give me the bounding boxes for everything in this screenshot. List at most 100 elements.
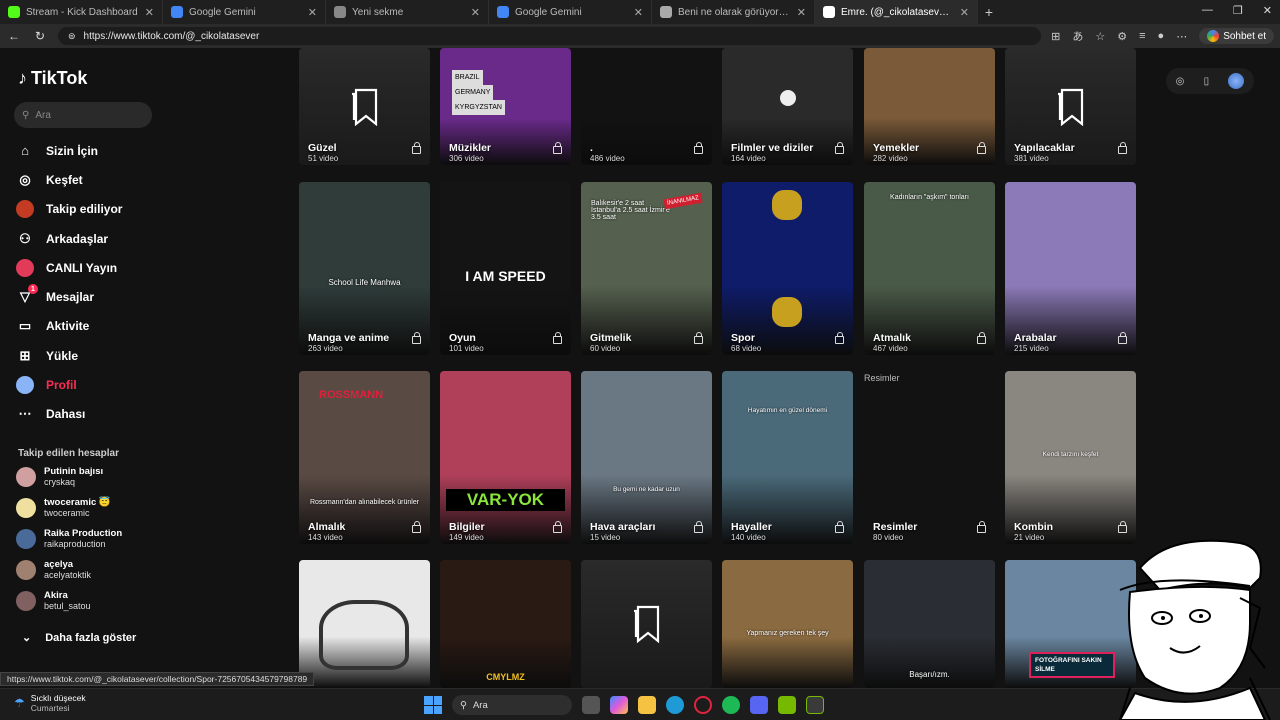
favorites-icon[interactable]: ≡ — [1139, 30, 1145, 42]
chat-button[interactable]: Sohbet et — [1199, 28, 1274, 44]
collection-card[interactable] — [581, 560, 712, 688]
collection-count: 15 video — [590, 533, 621, 542]
collection-title: Hayaller — [731, 521, 772, 533]
collection-card[interactable]: Almalık 143 video ROSSMANN Rossmann'dan … — [299, 371, 430, 544]
tab-close-icon[interactable]: ✕ — [960, 6, 969, 19]
collection-title: . — [590, 142, 593, 154]
nav-item[interactable]: ⊞ Yükle — [16, 341, 122, 370]
collection-card[interactable]: Bilgiler 149 video VAR-YOK — [440, 371, 571, 544]
new-tab-button[interactable]: + — [978, 4, 1000, 20]
collection-card[interactable]: Spor 68 video — [722, 182, 853, 355]
nav-item[interactable]: CANLI Yayın — [16, 253, 122, 282]
user-avatar[interactable] — [1228, 73, 1245, 89]
tab-close-icon[interactable]: ✕ — [471, 6, 480, 19]
collection-card[interactable]: Atmalık 467 video Kadınların "aşkım" ton… — [864, 182, 995, 355]
tiktok-logo[interactable]: ♪ TikTok — [18, 68, 87, 89]
nav-label: Profil — [46, 378, 77, 393]
tab-favicon-icon — [823, 6, 835, 18]
bookmark-star-icon[interactable]: ☆ — [1095, 30, 1105, 43]
collection-card[interactable]: Gitmelik 60 video Balıkesir'e 2 saat İst… — [581, 182, 712, 355]
collection-card[interactable] — [299, 560, 430, 688]
collection-card[interactable]: . 486 video — [581, 48, 712, 165]
collection-count: 149 video — [449, 533, 484, 542]
browser-tab[interactable]: Beni ne olarak görüyorsun ✕ — [652, 0, 815, 24]
nvidia-icon[interactable] — [778, 696, 796, 714]
weather-widget[interactable]: ☂ Sıcklı düşecek Cumartesi — [14, 693, 86, 713]
collection-card[interactable]: Müzikler 306 video BRAZIL GERMANY KYRGYZ… — [440, 48, 571, 165]
page-tools: ◎ ▯ — [1166, 68, 1254, 94]
flag-labels: BRAZIL GERMANY KYRGYZSTAN — [452, 70, 505, 115]
nav-item[interactable]: ▽ 1 Mesajlar — [16, 282, 122, 311]
collection-card[interactable]: Başarı/ızm. — [864, 560, 995, 688]
nav-item[interactable]: ⋯ Dahası — [16, 400, 122, 429]
menu-icon[interactable]: ⋯ — [1176, 30, 1187, 43]
reload-icon[interactable]: ↻ — [32, 29, 48, 43]
tab-close-icon[interactable]: ✕ — [797, 6, 806, 19]
nav-item[interactable]: ⚇ Arkadaşlar — [16, 224, 122, 253]
followed-account[interactable]: Putinin bajısı cryskaq — [16, 466, 103, 488]
nav-label: CANLI Yayın — [46, 260, 118, 275]
collection-card[interactable]: Hava araçları 15 video Bu gemi ne kadar … — [581, 371, 712, 544]
nav-item[interactable]: ◎ Keşfet — [16, 165, 122, 194]
collection-count: 381 video — [1014, 154, 1049, 163]
opera-icon[interactable] — [694, 696, 712, 714]
avatar — [16, 376, 34, 395]
discord-icon[interactable] — [750, 696, 768, 714]
collection-card[interactable]: Resimler 80 video Resimler — [864, 371, 995, 544]
followed-account[interactable]: Raika Production raikaproduction — [16, 528, 122, 550]
collection-card[interactable]: Yemekler 282 video — [864, 48, 995, 165]
nav-item[interactable]: Takip ediliyor — [16, 195, 122, 224]
show-more-button[interactable]: ⌄ Daha fazla göster — [22, 631, 136, 645]
translate-icon[interactable]: あ — [1072, 28, 1083, 44]
collection-card[interactable]: Filmler ve diziler 164 video — [722, 48, 853, 165]
site-info-icon[interactable]: ⊜ — [68, 31, 76, 42]
nav-item[interactable]: ▭ Aktivite — [16, 312, 122, 341]
collection-card[interactable]: Manga ve anime 263 video School Life Man… — [299, 182, 430, 355]
url-field[interactable]: ⊜ https://www.tiktok.com/@_cikolatasever — [58, 27, 1042, 45]
task-view-icon[interactable] — [582, 696, 600, 714]
device-icon[interactable]: ▯ — [1204, 76, 1210, 87]
spotify-icon[interactable] — [722, 696, 740, 714]
copilot-icon — [1207, 30, 1220, 42]
nav-item[interactable]: ⌂ Sizin İçin — [16, 136, 122, 165]
install-icon[interactable]: ⊞ — [1051, 30, 1060, 43]
browser-tab[interactable]: Google Gemini ✕ — [489, 0, 652, 24]
flag-label: KYRGYZSTAN — [452, 100, 505, 115]
taskbar-search[interactable]: ⚲ Ara — [452, 695, 572, 715]
account-name: açelya — [44, 559, 74, 570]
start-button[interactable] — [424, 696, 442, 714]
tab-close-icon[interactable]: ✕ — [308, 6, 317, 19]
collection-card[interactable]: Kombin 21 video Kendi tarzını keşfet — [1005, 371, 1136, 544]
collection-card[interactable]: Arabalar 215 video — [1005, 182, 1136, 355]
coin-icon[interactable]: ◎ — [1176, 76, 1185, 87]
back-icon[interactable]: ← — [6, 29, 22, 43]
minimize-icon[interactable]: — — [1202, 4, 1213, 17]
browser-tab[interactable]: Emre. (@_cikolatasever) | TikTok ✕ — [815, 0, 978, 24]
copilot-app-icon[interactable] — [610, 696, 628, 714]
collection-card[interactable]: CMYLMZ — [440, 560, 571, 688]
extensions-icon[interactable]: ⚙ — [1117, 30, 1127, 43]
collection-card[interactable]: Hayaller 140 video Hayatımın en güzel dö… — [722, 371, 853, 544]
browser-tab[interactable]: Yeni sekme ✕ — [326, 0, 489, 24]
followed-account[interactable]: Akira betul_satou — [16, 590, 91, 612]
search-input[interactable]: ⚲ Ara — [14, 102, 152, 128]
collection-card[interactable]: Oyun 101 video I AM SPEED — [440, 182, 571, 355]
tab-close-icon[interactable]: ✕ — [145, 6, 154, 19]
edge-icon[interactable] — [666, 696, 684, 714]
followed-account[interactable]: twoceramic 😇 twoceramic — [16, 497, 111, 519]
lock-icon — [1118, 332, 1127, 344]
close-window-icon[interactable]: ✕ — [1263, 4, 1272, 17]
nav-item[interactable]: Profil — [16, 370, 122, 399]
followed-account[interactable]: açelya acelyatoktik — [16, 559, 91, 581]
terminal-icon[interactable] — [806, 696, 824, 714]
browser-tab[interactable]: Google Gemini ✕ — [163, 0, 326, 24]
collection-card[interactable]: Güzel 51 video — [299, 48, 430, 165]
browser-tab[interactable]: Stream - Kick Dashboard ✕ — [0, 0, 163, 24]
restore-icon[interactable]: ❐ — [1233, 4, 1243, 17]
collection-card[interactable]: Yapılacaklar 381 video — [1005, 48, 1136, 165]
profile-icon[interactable]: ● — [1158, 30, 1165, 42]
file-explorer-icon[interactable] — [638, 696, 656, 714]
tab-close-icon[interactable]: ✕ — [634, 6, 643, 19]
collection-card[interactable]: Yapmanız gereken tek şey — [722, 560, 853, 688]
collection-count: 21 video — [1014, 533, 1045, 542]
